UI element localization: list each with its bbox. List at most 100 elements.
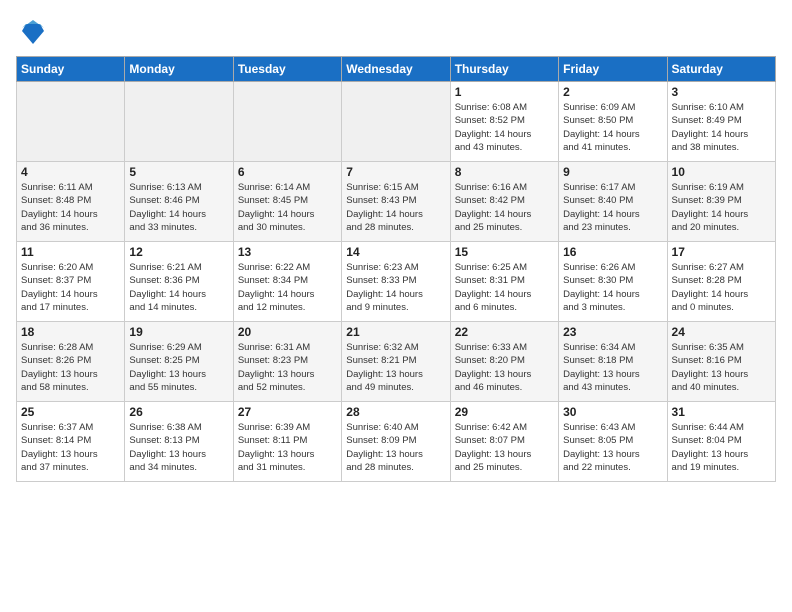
calendar-cell: 9 Sunrise: 6:17 AM Sunset: 8:40 PM Daylig… <box>559 162 667 242</box>
calendar-cell: 26 Sunrise: 6:38 AM Sunset: 8:13 PM Dayli… <box>125 402 233 482</box>
day-number: 3 <box>672 85 771 99</box>
day-number: 25 <box>21 405 120 419</box>
day-info: Sunrise: 6:33 AM Sunset: 8:20 PM Dayligh… <box>455 341 554 394</box>
calendar-cell: 13Sunrise: 6:22 AM Sunset: 8:34 PM Dayli… <box>233 242 341 322</box>
calendar-cell: 8 Sunrise: 6:16 AM Sunset: 8:42 PM Daylig… <box>450 162 558 242</box>
calendar-cell: 3 Sunrise: 6:10 AM Sunset: 8:49 PM Daylig… <box>667 82 775 162</box>
logo-icon <box>18 16 48 46</box>
calendar-cell: 22 Sunrise: 6:33 AM Sunset: 8:20 PM Dayli… <box>450 322 558 402</box>
day-number: 11 <box>21 245 120 259</box>
day-number: 18 <box>21 325 120 339</box>
calendar-cell: 6 Sunrise: 6:14 AM Sunset: 8:45 PM Daylig… <box>233 162 341 242</box>
day-info: Sunrise: 6:08 AM Sunset: 8:52 PM Dayligh… <box>455 101 554 154</box>
day-number: 8 <box>455 165 554 179</box>
day-number: 5 <box>129 165 228 179</box>
day-number: 6 <box>238 165 337 179</box>
day-info: Sunrise: 6:16 AM Sunset: 8:42 PM Dayligh… <box>455 181 554 234</box>
day-number: 28 <box>346 405 445 419</box>
calendar-cell: 4 Sunrise: 6:11 AM Sunset: 8:48 PM Daylig… <box>17 162 125 242</box>
calendar-cell: 30 Sunrise: 6:43 AM Sunset: 8:05 PM Dayli… <box>559 402 667 482</box>
day-number: 17 <box>672 245 771 259</box>
weekday-header: Saturday <box>667 57 775 82</box>
day-info: Sunrise: 6:27 AM Sunset: 8:28 PM Dayligh… <box>672 261 771 314</box>
day-info: Sunrise: 6:40 AM Sunset: 8:09 PM Dayligh… <box>346 421 445 474</box>
calendar-week-row: 18 Sunrise: 6:28 AM Sunset: 8:26 PM Dayli… <box>17 322 776 402</box>
calendar-cell: 31Sunrise: 6:44 AM Sunset: 8:04 PM Dayli… <box>667 402 775 482</box>
weekday-header: Thursday <box>450 57 558 82</box>
calendar-cell: 20 Sunrise: 6:31 AM Sunset: 8:23 PM Dayli… <box>233 322 341 402</box>
day-number: 2 <box>563 85 662 99</box>
logo <box>16 16 48 46</box>
day-info: Sunrise: 6:44 AM Sunset: 8:04 PM Dayligh… <box>672 421 771 474</box>
day-number: 7 <box>346 165 445 179</box>
day-number: 15 <box>455 245 554 259</box>
calendar-cell: 5 Sunrise: 6:13 AM Sunset: 8:46 PM Daylig… <box>125 162 233 242</box>
weekday-header: Sunday <box>17 57 125 82</box>
day-info: Sunrise: 6:19 AM Sunset: 8:39 PM Dayligh… <box>672 181 771 234</box>
day-info: Sunrise: 6:38 AM Sunset: 8:13 PM Dayligh… <box>129 421 228 474</box>
day-number: 19 <box>129 325 228 339</box>
calendar-cell: 27Sunrise: 6:39 AM Sunset: 8:11 PM Dayli… <box>233 402 341 482</box>
day-number: 26 <box>129 405 228 419</box>
calendar-cell: 21Sunrise: 6:32 AM Sunset: 8:21 PM Dayli… <box>342 322 450 402</box>
day-number: 16 <box>563 245 662 259</box>
header <box>16 16 776 46</box>
day-info: Sunrise: 6:21 AM Sunset: 8:36 PM Dayligh… <box>129 261 228 314</box>
day-number: 12 <box>129 245 228 259</box>
day-info: Sunrise: 6:42 AM Sunset: 8:07 PM Dayligh… <box>455 421 554 474</box>
day-number: 13 <box>238 245 337 259</box>
day-info: Sunrise: 6:14 AM Sunset: 8:45 PM Dayligh… <box>238 181 337 234</box>
day-info: Sunrise: 6:28 AM Sunset: 8:26 PM Dayligh… <box>21 341 120 394</box>
page: SundayMondayTuesdayWednesdayThursdayFrid… <box>0 0 792 612</box>
calendar-cell: 15Sunrise: 6:25 AM Sunset: 8:31 PM Dayli… <box>450 242 558 322</box>
day-info: Sunrise: 6:32 AM Sunset: 8:21 PM Dayligh… <box>346 341 445 394</box>
calendar-week-row: 1 Sunrise: 6:08 AM Sunset: 8:52 PM Daylig… <box>17 82 776 162</box>
day-info: Sunrise: 6:17 AM Sunset: 8:40 PM Dayligh… <box>563 181 662 234</box>
day-number: 20 <box>238 325 337 339</box>
calendar-cell: 7 Sunrise: 6:15 AM Sunset: 8:43 PM Daylig… <box>342 162 450 242</box>
day-info: Sunrise: 6:26 AM Sunset: 8:30 PM Dayligh… <box>563 261 662 314</box>
calendar-cell: 19 Sunrise: 6:29 AM Sunset: 8:25 PM Dayli… <box>125 322 233 402</box>
calendar-week-row: 11 Sunrise: 6:20 AM Sunset: 8:37 PM Dayli… <box>17 242 776 322</box>
weekday-header: Wednesday <box>342 57 450 82</box>
calendar-cell <box>233 82 341 162</box>
day-info: Sunrise: 6:13 AM Sunset: 8:46 PM Dayligh… <box>129 181 228 234</box>
calendar-cell: 28 Sunrise: 6:40 AM Sunset: 8:09 PM Dayli… <box>342 402 450 482</box>
calendar-table: SundayMondayTuesdayWednesdayThursdayFrid… <box>16 56 776 482</box>
calendar-cell: 25Sunrise: 6:37 AM Sunset: 8:14 PM Dayli… <box>17 402 125 482</box>
calendar-header-row: SundayMondayTuesdayWednesdayThursdayFrid… <box>17 57 776 82</box>
weekday-header: Monday <box>125 57 233 82</box>
calendar-cell: 1 Sunrise: 6:08 AM Sunset: 8:52 PM Daylig… <box>450 82 558 162</box>
day-info: Sunrise: 6:31 AM Sunset: 8:23 PM Dayligh… <box>238 341 337 394</box>
day-info: Sunrise: 6:09 AM Sunset: 8:50 PM Dayligh… <box>563 101 662 154</box>
calendar-cell: 12 Sunrise: 6:21 AM Sunset: 8:36 PM Dayli… <box>125 242 233 322</box>
weekday-header: Friday <box>559 57 667 82</box>
day-info: Sunrise: 6:10 AM Sunset: 8:49 PM Dayligh… <box>672 101 771 154</box>
calendar-cell: 14Sunrise: 6:23 AM Sunset: 8:33 PM Dayli… <box>342 242 450 322</box>
day-number: 23 <box>563 325 662 339</box>
day-number: 4 <box>21 165 120 179</box>
day-number: 9 <box>563 165 662 179</box>
day-info: Sunrise: 6:11 AM Sunset: 8:48 PM Dayligh… <box>21 181 120 234</box>
calendar-cell: 24Sunrise: 6:35 AM Sunset: 8:16 PM Dayli… <box>667 322 775 402</box>
calendar-cell: 17 Sunrise: 6:27 AM Sunset: 8:28 PM Dayli… <box>667 242 775 322</box>
calendar-cell: 18 Sunrise: 6:28 AM Sunset: 8:26 PM Dayli… <box>17 322 125 402</box>
weekday-header: Tuesday <box>233 57 341 82</box>
day-info: Sunrise: 6:20 AM Sunset: 8:37 PM Dayligh… <box>21 261 120 314</box>
day-number: 1 <box>455 85 554 99</box>
calendar-cell <box>125 82 233 162</box>
day-number: 22 <box>455 325 554 339</box>
calendar-cell <box>17 82 125 162</box>
calendar-cell <box>342 82 450 162</box>
calendar-week-row: 4 Sunrise: 6:11 AM Sunset: 8:48 PM Daylig… <box>17 162 776 242</box>
calendar-cell: 23Sunrise: 6:34 AM Sunset: 8:18 PM Dayli… <box>559 322 667 402</box>
day-number: 30 <box>563 405 662 419</box>
day-info: Sunrise: 6:23 AM Sunset: 8:33 PM Dayligh… <box>346 261 445 314</box>
day-info: Sunrise: 6:43 AM Sunset: 8:05 PM Dayligh… <box>563 421 662 474</box>
day-info: Sunrise: 6:15 AM Sunset: 8:43 PM Dayligh… <box>346 181 445 234</box>
calendar-cell: 29Sunrise: 6:42 AM Sunset: 8:07 PM Dayli… <box>450 402 558 482</box>
day-number: 10 <box>672 165 771 179</box>
day-info: Sunrise: 6:39 AM Sunset: 8:11 PM Dayligh… <box>238 421 337 474</box>
calendar-cell: 11 Sunrise: 6:20 AM Sunset: 8:37 PM Dayli… <box>17 242 125 322</box>
day-info: Sunrise: 6:29 AM Sunset: 8:25 PM Dayligh… <box>129 341 228 394</box>
